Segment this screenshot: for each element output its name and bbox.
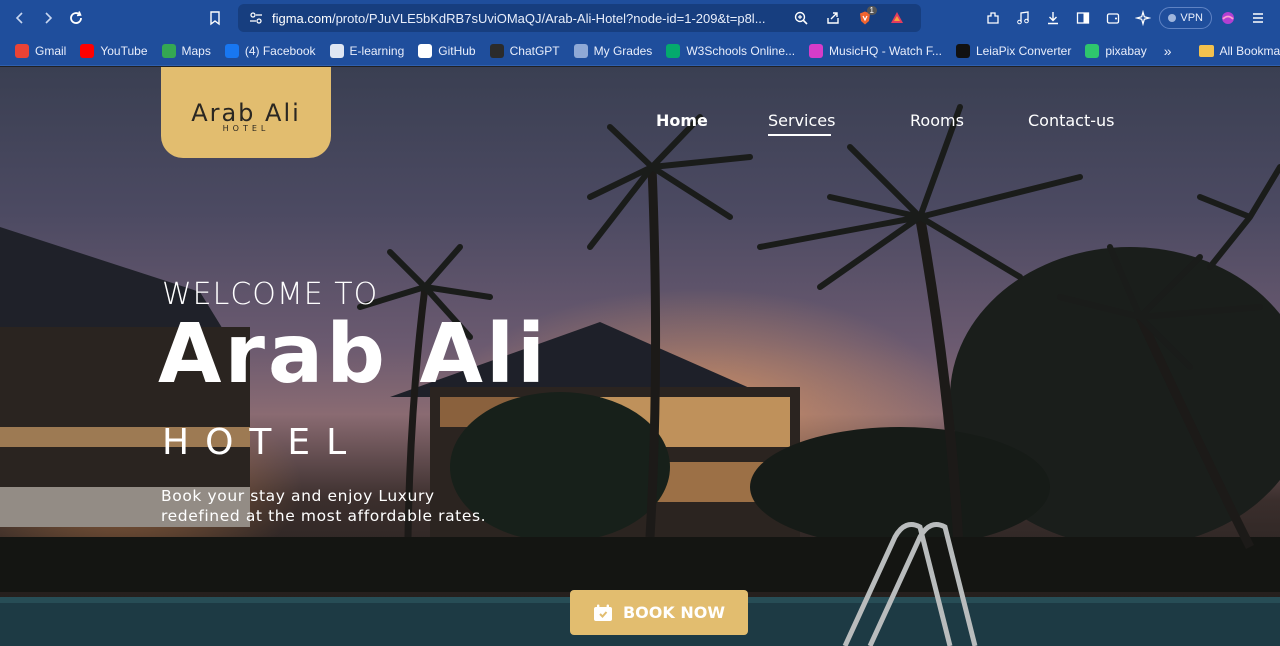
share-icon[interactable] (819, 4, 847, 32)
bookmark-label: E-learning (349, 43, 405, 58)
bookmark-item[interactable]: LeiaPix Converter (949, 39, 1078, 63)
leiapix-icon (955, 43, 970, 58)
bookmark-item[interactable]: My Grades (567, 39, 660, 63)
bookmarks-bar: » All Bookmarks Gmail YouTube Maps (4) Face… (0, 36, 1280, 66)
bookmark-item[interactable]: MusicHQ - Watch F... (802, 39, 949, 63)
more-bookmarks-icon[interactable]: » (1156, 43, 1180, 59)
w3schools-icon (666, 43, 681, 58)
extensions-icon[interactable] (979, 4, 1007, 32)
bookmark-item[interactable]: Maps (155, 39, 218, 63)
bookmark-label: GitHub (438, 43, 476, 58)
bookmark-label: ChatGPT (509, 43, 560, 58)
folder-icon (1198, 44, 1214, 57)
leo-ai-icon[interactable] (1129, 4, 1157, 32)
book-now-button[interactable]: BOOK NOW (570, 590, 748, 635)
bookmark-item[interactable]: (4) Facebook (218, 39, 323, 63)
book-now-label: BOOK NOW (622, 603, 725, 622)
nav-services[interactable]: Services (768, 111, 835, 136)
bookmark-item[interactable]: GitHub (411, 39, 482, 63)
brand-title: Arab Ali (158, 307, 549, 402)
pixabay-icon (1085, 43, 1100, 58)
forward-icon[interactable] (34, 4, 62, 32)
bookmark-item[interactable]: YouTube (73, 39, 154, 63)
bookmark-item[interactable]: ChatGPT (483, 39, 567, 63)
url-host: figma.com (272, 10, 332, 26)
extension-toolbar: VPN (979, 0, 1272, 36)
bookmark-label: pixabay (1105, 43, 1147, 58)
bookmark-label: My Grades (593, 43, 653, 58)
reload-icon[interactable] (62, 4, 90, 32)
bookmark-label: LeiaPix Converter (975, 43, 1072, 58)
address-bar[interactable]: figma.com/proto/PJuVLE5bKdRB7sUviOMaQJ/A… (238, 4, 921, 32)
all-bookmarks[interactable]: All Bookmarks (1192, 39, 1280, 63)
grades-icon (573, 43, 588, 58)
bookmark-label: Maps (181, 43, 211, 58)
bookmark-label: MusicHQ - Watch F... (829, 43, 942, 58)
vpn-label: VPN (1180, 12, 1203, 24)
tagline-line-2: redefined at the most affordable rates. (161, 507, 487, 525)
nav-contact-us[interactable]: Contact-us (1028, 111, 1115, 130)
tagline-line-1: Book your stay and enjoy Luxury (161, 487, 435, 505)
bookmark-page-icon[interactable] (201, 4, 229, 32)
bookmark-item[interactable]: W3Schools Online... (659, 39, 802, 63)
site-settings-icon[interactable] (242, 4, 270, 32)
main-navigation: Home Services Rooms Contact-us (0, 111, 1280, 136)
bookmark-label: (4) Facebook (244, 43, 316, 58)
youtube-icon (80, 43, 95, 58)
profile-icon[interactable] (1214, 4, 1242, 32)
nav-controls (0, 4, 90, 32)
hotel-subtitle: HOTEL (162, 422, 363, 463)
nav-rooms[interactable]: Rooms (910, 111, 964, 130)
download-icon[interactable] (1039, 4, 1067, 32)
bookmark-item[interactable]: Gmail (8, 39, 73, 63)
bookmark-item[interactable]: E-learning (323, 39, 412, 63)
nav-home[interactable]: Home (656, 111, 708, 130)
sidebar-icon[interactable] (1069, 4, 1097, 32)
zoom-icon[interactable] (787, 4, 815, 32)
bookmark-label: W3Schools Online... (686, 43, 796, 58)
brave-badge: 1 (866, 6, 877, 15)
bookmark-item[interactable]: pixabay (1078, 39, 1153, 63)
brave-rewards-icon[interactable] (883, 4, 911, 32)
url-path: /proto/PJuVLE5bKdRB7sUviOMaQJ/Arab-Ali-H… (331, 10, 766, 26)
back-icon[interactable] (6, 4, 34, 32)
bookmark-label: YouTube (100, 43, 148, 58)
calendar-icon (593, 604, 612, 621)
hero-section: Arab Ali HOTEL Home Services Rooms Conta… (0, 67, 1280, 646)
vpn-status-icon (1168, 14, 1177, 22)
browser-toolbar: figma.com/proto/PJuVLE5bKdRB7sUviOMaQJ/A… (0, 0, 1280, 36)
menu-icon[interactable] (1244, 4, 1272, 32)
all-bookmarks-label: All Bookmarks (1219, 43, 1280, 58)
elearning-icon (329, 43, 344, 58)
gmail-icon (15, 43, 29, 58)
bookmark-label: Gmail (35, 43, 67, 58)
hero-tagline: Book your stay and enjoy Luxury redefine… (161, 486, 581, 526)
address-bar-actions: 1 (787, 4, 911, 32)
wallet-icon[interactable] (1099, 4, 1127, 32)
chatgpt-icon (489, 43, 504, 58)
maps-icon (161, 43, 176, 58)
brave-shield-icon[interactable]: 1 (851, 4, 879, 32)
url-text[interactable]: figma.com/proto/PJuVLE5bKdRB7sUviOMaQJ/A… (272, 11, 772, 26)
facebook-icon (224, 43, 239, 58)
music-icon[interactable] (1009, 4, 1037, 32)
github-icon (418, 43, 433, 58)
vpn-button[interactable]: VPN (1159, 7, 1212, 29)
musichq-icon (809, 43, 824, 58)
